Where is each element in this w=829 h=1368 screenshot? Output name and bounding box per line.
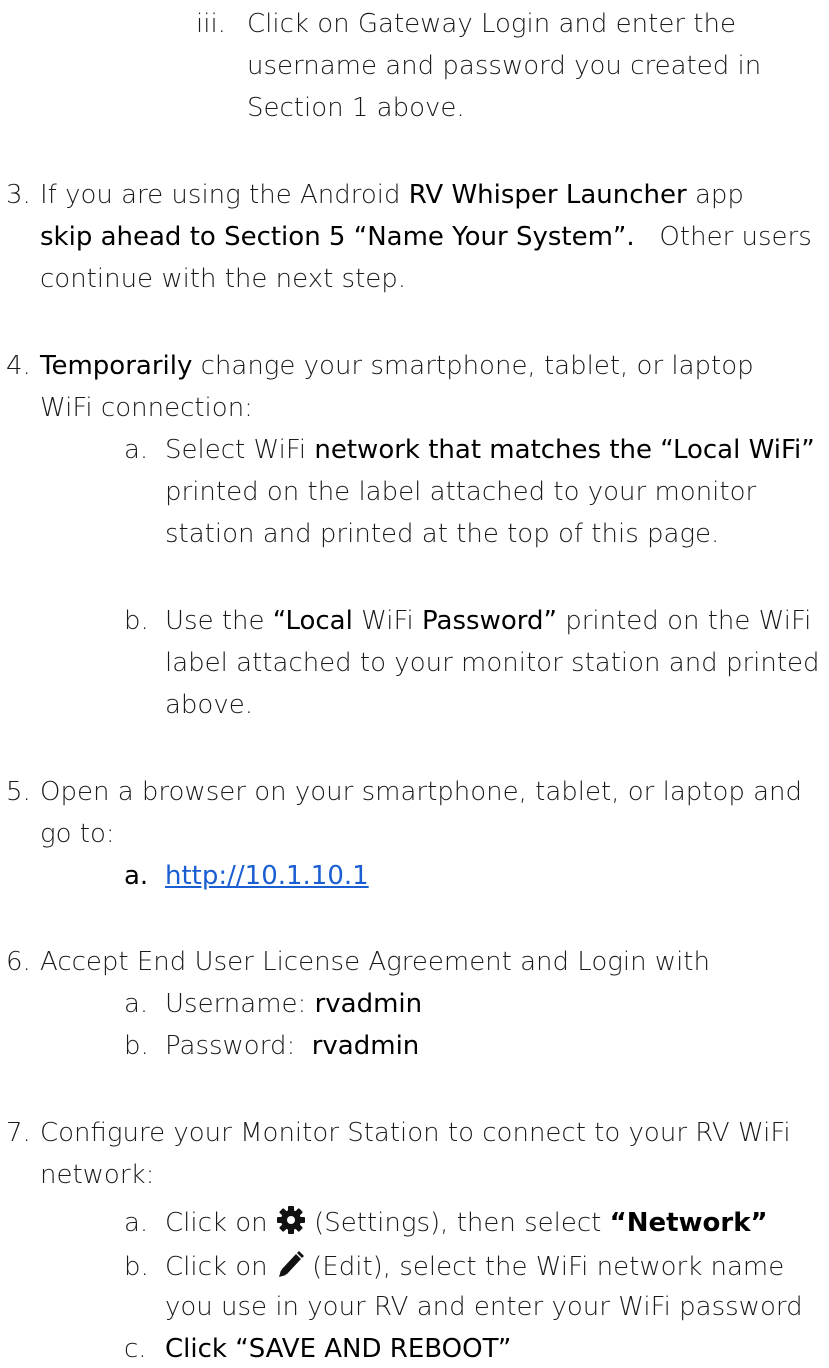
username-label: Username: <box>165 989 315 1019</box>
list-marker: a. <box>124 1208 149 1238</box>
instruction-text: go to: <box>40 819 115 849</box>
step-number: 6. <box>6 947 31 977</box>
instruction-text: Accept End User License Agreement and Lo… <box>40 947 710 977</box>
instruction-text: network: <box>40 1160 155 1190</box>
step-3-line-2: skip ahead to Section 5 “Name Your Syste… <box>40 218 812 256</box>
list-marker: b. <box>124 1031 149 1061</box>
text: Select WiFi <box>165 435 315 465</box>
step-4-line-1: Temporarily change your smartphone, tabl… <box>40 347 754 385</box>
list-marker: c. <box>124 1334 147 1364</box>
instruction-text: username and password you created in <box>247 51 762 81</box>
instruction-text: Open a browser on your smartphone, table… <box>40 777 803 807</box>
password-line: Password: rvadmin <box>165 1027 419 1065</box>
list-marker: a. <box>124 861 149 891</box>
list-marker: a. <box>124 435 149 465</box>
step-4a-line-1: Select WiFi network that matches the “Lo… <box>165 431 815 469</box>
instruction-text: printed on the label attached to your mo… <box>165 477 757 507</box>
text: app <box>686 180 744 210</box>
gateway-url-link[interactable]: http://10.1.10.1 <box>165 857 369 895</box>
app-name: RV Whisper Launcher <box>408 180 687 210</box>
instruction-text: Section 1 above. <box>247 93 465 123</box>
password-value: rvadmin <box>311 1031 420 1061</box>
instruction-text: continue with the next step. <box>40 264 407 294</box>
pencil-icon <box>276 1249 304 1290</box>
text: WiFi <box>352 606 423 636</box>
text: change your smartphone, tablet, or lapto… <box>192 351 754 381</box>
instruction-text: WiFi connection: <box>40 393 253 423</box>
text: Password” <box>422 606 557 636</box>
list-marker: b. <box>124 606 149 636</box>
list-marker: a. <box>124 989 149 1019</box>
save-and-reboot-instruction: Click “SAVE AND REBOOT” <box>165 1334 512 1364</box>
instruction-text: label attached to your monitor station a… <box>165 648 820 678</box>
list-marker: iii. <box>196 9 226 39</box>
step-4b-line-1: Use the “Local WiFi Password” printed on… <box>165 602 811 640</box>
network-label: “Network” <box>609 1208 768 1238</box>
step-number: 4. <box>6 351 31 381</box>
step-number: 7. <box>6 1118 31 1148</box>
list-marker: b. <box>124 1252 149 1282</box>
text: Click on <box>165 1208 276 1238</box>
step-7a-line: Click on (Settings), then select “Networ… <box>165 1204 768 1246</box>
instruction-text: station and printed at the top of this p… <box>165 519 720 549</box>
step-7b-line-1: Click on (Edit), select the WiFi network… <box>165 1248 784 1290</box>
step-number: 3. <box>6 180 31 210</box>
instruction-text: above. <box>165 690 253 720</box>
text: “Local <box>272 606 353 636</box>
text: Use the <box>165 606 273 636</box>
step-3-line-1: If you are using the Android RV Whisper … <box>40 176 744 214</box>
text: If you are using the Android <box>40 180 409 210</box>
text: Other users <box>634 222 812 252</box>
instruction-text: Configure your Monitor Station to connec… <box>40 1118 791 1148</box>
username-value: rvadmin <box>314 989 423 1019</box>
skip-note: skip ahead to Section 5 “Name Your Syste… <box>40 222 635 252</box>
username-line: Username: rvadmin <box>165 985 422 1023</box>
text: network that matches the “Local WiFi” <box>314 435 815 465</box>
emphasis: Temporarily <box>40 351 193 381</box>
text: Click on <box>165 1252 276 1282</box>
text: (Settings), then select <box>305 1208 610 1238</box>
step-number: 5. <box>6 777 31 807</box>
instruction-text: you use in your RV and enter your WiFi p… <box>165 1292 803 1322</box>
text: (Edit), select the WiFi network name <box>303 1252 785 1282</box>
text: printed on the WiFi <box>556 606 812 636</box>
gear-icon <box>276 1205 306 1246</box>
password-label: Password: <box>165 1031 312 1061</box>
instruction-text: Click on Gateway Login and enter the <box>247 9 736 39</box>
